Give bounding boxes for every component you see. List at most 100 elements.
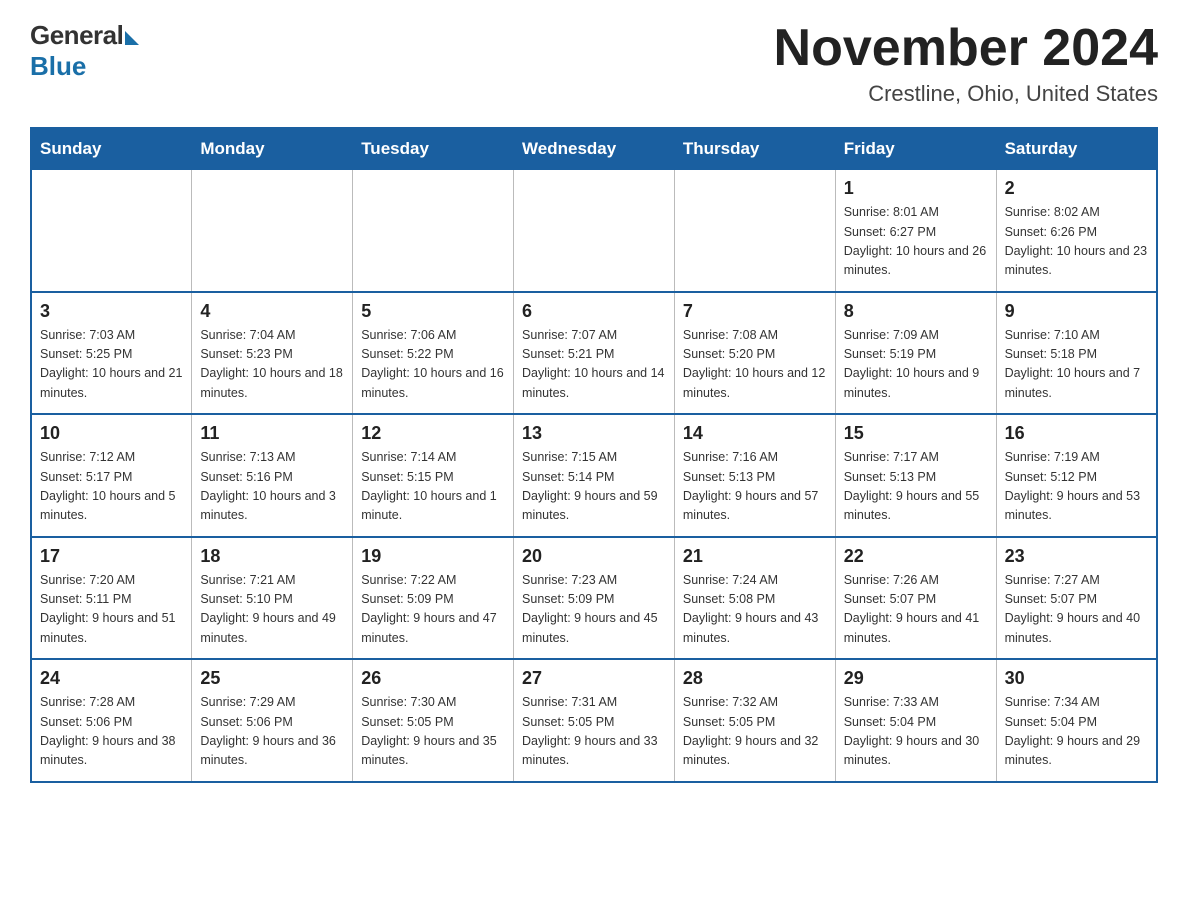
calendar-week-row: 17 Sunrise: 7:20 AMSunset: 5:11 PMDayligh…	[31, 537, 1157, 660]
day-number: 13	[522, 423, 666, 444]
day-info: Sunrise: 7:23 AMSunset: 5:09 PMDaylight:…	[522, 571, 666, 649]
logo-blue-text: Blue	[30, 51, 86, 82]
location-subtitle: Crestline, Ohio, United States	[774, 81, 1158, 107]
day-info: Sunrise: 7:29 AMSunset: 5:06 PMDaylight:…	[200, 693, 344, 771]
calendar-table: SundayMondayTuesdayWednesdayThursdayFrid…	[30, 127, 1158, 783]
calendar-cell: 7 Sunrise: 7:08 AMSunset: 5:20 PMDaylight…	[674, 292, 835, 415]
calendar-cell: 13 Sunrise: 7:15 AMSunset: 5:14 PMDayligh…	[514, 414, 675, 537]
day-info: Sunrise: 7:17 AMSunset: 5:13 PMDaylight:…	[844, 448, 988, 526]
calendar-cell: 23 Sunrise: 7:27 AMSunset: 5:07 PMDayligh…	[996, 537, 1157, 660]
day-number: 17	[40, 546, 183, 567]
day-number: 12	[361, 423, 505, 444]
calendar-cell: 2 Sunrise: 8:02 AMSunset: 6:26 PMDaylight…	[996, 170, 1157, 292]
calendar-cell: 12 Sunrise: 7:14 AMSunset: 5:15 PMDayligh…	[353, 414, 514, 537]
day-number: 5	[361, 301, 505, 322]
day-info: Sunrise: 7:24 AMSunset: 5:08 PMDaylight:…	[683, 571, 827, 649]
calendar-cell: 26Sunrise: 7:30 AMSunset: 5:05 PMDayligh…	[353, 659, 514, 782]
title-block: November 2024 Crestline, Ohio, United St…	[774, 20, 1158, 107]
calendar-cell: 19 Sunrise: 7:22 AMSunset: 5:09 PMDayligh…	[353, 537, 514, 660]
weekday-header-saturday: Saturday	[996, 128, 1157, 170]
weekday-header-row: SundayMondayTuesdayWednesdayThursdayFrid…	[31, 128, 1157, 170]
calendar-cell: 29 Sunrise: 7:33 AMSunset: 5:04 PMDayligh…	[835, 659, 996, 782]
day-info: Sunrise: 7:22 AMSunset: 5:09 PMDaylight:…	[361, 571, 505, 649]
day-number: 3	[40, 301, 183, 322]
calendar-cell: 27Sunrise: 7:31 AMSunset: 5:05 PMDayligh…	[514, 659, 675, 782]
day-info: Sunrise: 7:13 AMSunset: 5:16 PMDaylight:…	[200, 448, 344, 526]
calendar-week-row: 3 Sunrise: 7:03 AMSunset: 5:25 PMDaylight…	[31, 292, 1157, 415]
calendar-week-row: 1 Sunrise: 8:01 AMSunset: 6:27 PMDaylight…	[31, 170, 1157, 292]
calendar-cell: 4Sunrise: 7:04 AMSunset: 5:23 PMDaylight…	[192, 292, 353, 415]
day-info: Sunrise: 7:09 AMSunset: 5:19 PMDaylight:…	[844, 326, 988, 404]
day-info: Sunrise: 7:14 AMSunset: 5:15 PMDaylight:…	[361, 448, 505, 526]
weekday-header-thursday: Thursday	[674, 128, 835, 170]
weekday-header-wednesday: Wednesday	[514, 128, 675, 170]
calendar-week-row: 24 Sunrise: 7:28 AMSunset: 5:06 PMDayligh…	[31, 659, 1157, 782]
calendar-cell	[514, 170, 675, 292]
calendar-cell: 20 Sunrise: 7:23 AMSunset: 5:09 PMDayligh…	[514, 537, 675, 660]
logo-arrow-icon	[125, 31, 139, 45]
calendar-cell: 1 Sunrise: 8:01 AMSunset: 6:27 PMDaylight…	[835, 170, 996, 292]
calendar-cell	[31, 170, 192, 292]
calendar-cell: 3 Sunrise: 7:03 AMSunset: 5:25 PMDaylight…	[31, 292, 192, 415]
day-info: Sunrise: 7:34 AMSunset: 5:04 PMDaylight:…	[1005, 693, 1148, 771]
day-info: Sunrise: 7:26 AMSunset: 5:07 PMDaylight:…	[844, 571, 988, 649]
calendar-cell: 21Sunrise: 7:24 AMSunset: 5:08 PMDayligh…	[674, 537, 835, 660]
page-header: General Blue November 2024 Crestline, Oh…	[30, 20, 1158, 107]
day-info: Sunrise: 7:03 AMSunset: 5:25 PMDaylight:…	[40, 326, 183, 404]
calendar-cell: 9Sunrise: 7:10 AMSunset: 5:18 PMDaylight…	[996, 292, 1157, 415]
day-number: 19	[361, 546, 505, 567]
day-number: 8	[844, 301, 988, 322]
calendar-cell: 25 Sunrise: 7:29 AMSunset: 5:06 PMDayligh…	[192, 659, 353, 782]
day-number: 7	[683, 301, 827, 322]
day-info: Sunrise: 7:28 AMSunset: 5:06 PMDaylight:…	[40, 693, 183, 771]
day-info: Sunrise: 7:32 AMSunset: 5:05 PMDaylight:…	[683, 693, 827, 771]
day-info: Sunrise: 7:04 AMSunset: 5:23 PMDaylight:…	[200, 326, 344, 404]
day-number: 29	[844, 668, 988, 689]
weekday-header-tuesday: Tuesday	[353, 128, 514, 170]
logo: General Blue	[30, 20, 139, 82]
day-info: Sunrise: 7:20 AMSunset: 5:11 PMDaylight:…	[40, 571, 183, 649]
day-number: 20	[522, 546, 666, 567]
day-info: Sunrise: 7:19 AMSunset: 5:12 PMDaylight:…	[1005, 448, 1148, 526]
day-number: 16	[1005, 423, 1148, 444]
calendar-week-row: 10Sunrise: 7:12 AMSunset: 5:17 PMDayligh…	[31, 414, 1157, 537]
day-info: Sunrise: 7:15 AMSunset: 5:14 PMDaylight:…	[522, 448, 666, 526]
day-number: 27	[522, 668, 666, 689]
day-number: 18	[200, 546, 344, 567]
day-info: Sunrise: 7:33 AMSunset: 5:04 PMDaylight:…	[844, 693, 988, 771]
day-info: Sunrise: 7:30 AMSunset: 5:05 PMDaylight:…	[361, 693, 505, 771]
day-number: 22	[844, 546, 988, 567]
day-info: Sunrise: 7:10 AMSunset: 5:18 PMDaylight:…	[1005, 326, 1148, 404]
logo-general-text: General	[30, 20, 123, 51]
day-number: 10	[40, 423, 183, 444]
day-info: Sunrise: 7:06 AMSunset: 5:22 PMDaylight:…	[361, 326, 505, 404]
calendar-cell: 14Sunrise: 7:16 AMSunset: 5:13 PMDayligh…	[674, 414, 835, 537]
day-number: 25	[200, 668, 344, 689]
day-info: Sunrise: 8:01 AMSunset: 6:27 PMDaylight:…	[844, 203, 988, 281]
day-number: 15	[844, 423, 988, 444]
day-number: 1	[844, 178, 988, 199]
calendar-cell: 15 Sunrise: 7:17 AMSunset: 5:13 PMDayligh…	[835, 414, 996, 537]
day-number: 2	[1005, 178, 1148, 199]
calendar-cell	[192, 170, 353, 292]
month-title: November 2024	[774, 20, 1158, 77]
day-number: 28	[683, 668, 827, 689]
calendar-cell: 16 Sunrise: 7:19 AMSunset: 5:12 PMDayligh…	[996, 414, 1157, 537]
calendar-cell: 5 Sunrise: 7:06 AMSunset: 5:22 PMDaylight…	[353, 292, 514, 415]
day-info: Sunrise: 8:02 AMSunset: 6:26 PMDaylight:…	[1005, 203, 1148, 281]
day-number: 30	[1005, 668, 1148, 689]
day-number: 11	[200, 423, 344, 444]
weekday-header-friday: Friday	[835, 128, 996, 170]
calendar-cell: 6Sunrise: 7:07 AMSunset: 5:21 PMDaylight…	[514, 292, 675, 415]
day-info: Sunrise: 7:27 AMSunset: 5:07 PMDaylight:…	[1005, 571, 1148, 649]
calendar-cell: 18Sunrise: 7:21 AMSunset: 5:10 PMDayligh…	[192, 537, 353, 660]
weekday-header-sunday: Sunday	[31, 128, 192, 170]
calendar-cell: 17 Sunrise: 7:20 AMSunset: 5:11 PMDayligh…	[31, 537, 192, 660]
day-info: Sunrise: 7:08 AMSunset: 5:20 PMDaylight:…	[683, 326, 827, 404]
calendar-cell	[353, 170, 514, 292]
day-number: 23	[1005, 546, 1148, 567]
calendar-cell: 28 Sunrise: 7:32 AMSunset: 5:05 PMDayligh…	[674, 659, 835, 782]
calendar-cell: 30 Sunrise: 7:34 AMSunset: 5:04 PMDayligh…	[996, 659, 1157, 782]
calendar-cell: 22 Sunrise: 7:26 AMSunset: 5:07 PMDayligh…	[835, 537, 996, 660]
day-number: 24	[40, 668, 183, 689]
